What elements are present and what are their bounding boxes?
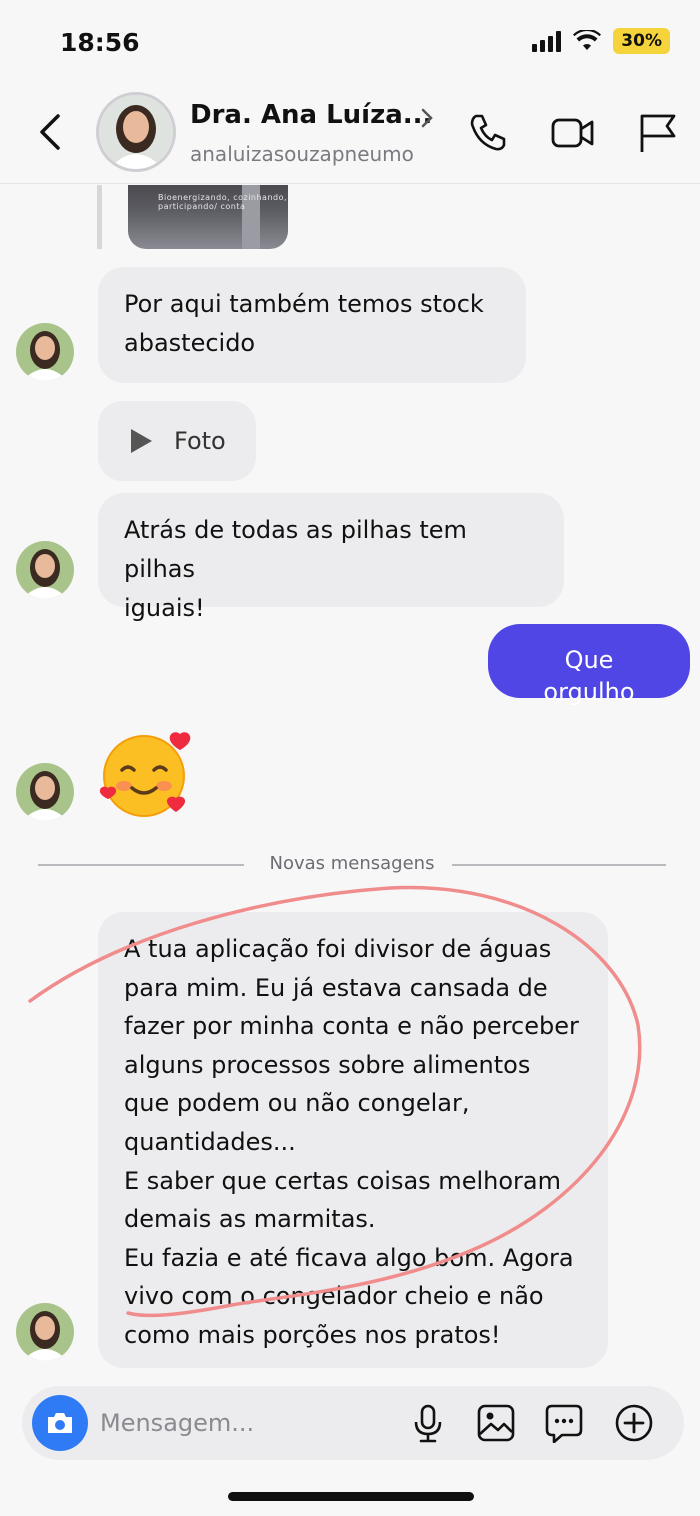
- emoji-message[interactable]: [98, 730, 198, 826]
- divider-line: [452, 864, 666, 866]
- home-indicator[interactable]: [228, 1492, 474, 1501]
- thumbnail-caption: Bioenergizando, cozinhando, participando…: [158, 193, 288, 211]
- message-line: que podem ou não congelar,: [124, 1089, 470, 1118]
- plus-icon[interactable]: [614, 1403, 654, 1443]
- message-line: alguns processos sobre alimentos: [124, 1050, 531, 1079]
- reply-indicator: [97, 185, 102, 249]
- contact-username: analuizasouzapneumo: [190, 142, 414, 166]
- message-line: quantidades...: [124, 1127, 296, 1156]
- battery-indicator: 30%: [613, 28, 670, 54]
- phone-icon[interactable]: [466, 110, 510, 154]
- message-line: como mais porções nos pratos!: [124, 1320, 501, 1349]
- message-line: A tua aplicação foi divisor de águas: [124, 935, 552, 963]
- photo-message[interactable]: Foto: [98, 401, 256, 481]
- wifi-icon: [573, 30, 602, 50]
- camera-icon: [48, 1413, 72, 1433]
- flag-icon[interactable]: [636, 110, 680, 154]
- status-time: 18:56: [60, 28, 140, 57]
- message-line: para mim. Eu já estava cansada de: [124, 973, 548, 1002]
- incoming-message[interactable]: Atrás de todas as pilhas tem pilhas igua…: [98, 493, 564, 622]
- message-text: Que orgulho: [543, 646, 635, 706]
- outgoing-message[interactable]: Que orgulho: [488, 624, 690, 706]
- sticker-icon[interactable]: [544, 1403, 584, 1443]
- new-messages-divider: Novas mensagens: [38, 853, 666, 877]
- sender-avatar[interactable]: [16, 323, 74, 381]
- message-line: abastecido: [124, 329, 256, 357]
- contact-avatar[interactable]: [96, 92, 176, 172]
- microphone-icon[interactable]: [408, 1403, 448, 1443]
- message-line: demais as marmitas.: [124, 1205, 376, 1234]
- image-icon[interactable]: [476, 1403, 516, 1443]
- message-line: fazer por minha conta e não perceber: [124, 1012, 579, 1041]
- message-input[interactable]: [100, 1400, 390, 1446]
- status-bar: 18:56 30%: [0, 0, 700, 86]
- media-thumbnail[interactable]: Bioenergizando, cozinhando, participando…: [128, 185, 288, 249]
- chevron-right-icon[interactable]: [418, 106, 436, 130]
- incoming-message[interactable]: Por aqui também temos stock abastecido: [98, 267, 526, 383]
- message-list[interactable]: Bioenergizando, cozinhando, participando…: [0, 185, 700, 1380]
- sender-avatar[interactable]: [16, 541, 74, 599]
- photo-label: Foto: [174, 427, 226, 455]
- message-composer: [22, 1386, 684, 1460]
- message-line: Eu fazia e até ficava algo bom. Agora: [124, 1243, 574, 1272]
- message-line: iguais!: [124, 594, 205, 622]
- message-line: Por aqui também temos stock: [124, 290, 484, 318]
- message-line: Atrás de todas as pilhas tem pilhas: [124, 516, 467, 583]
- status-icons: 30%: [532, 28, 670, 54]
- incoming-message[interactable]: A tua aplicação foi divisor de águas par…: [98, 912, 608, 1368]
- smiling-face-with-hearts-icon: [99, 732, 191, 817]
- back-icon[interactable]: [34, 112, 70, 152]
- signal-icon: [532, 30, 562, 52]
- camera-button[interactable]: [32, 1395, 88, 1451]
- chat-header: Dra. Ana Luíza... analuizasouzapneumo: [0, 86, 700, 184]
- sender-avatar[interactable]: [16, 1303, 74, 1361]
- message-line: vivo com o congelador cheio e não: [124, 1282, 544, 1311]
- video-icon[interactable]: [550, 110, 594, 154]
- message-line: E saber que certas coisas melhoram: [124, 1166, 561, 1195]
- contact-name[interactable]: Dra. Ana Luíza...: [190, 100, 432, 130]
- play-icon: [131, 429, 152, 453]
- sender-avatar[interactable]: [16, 763, 74, 821]
